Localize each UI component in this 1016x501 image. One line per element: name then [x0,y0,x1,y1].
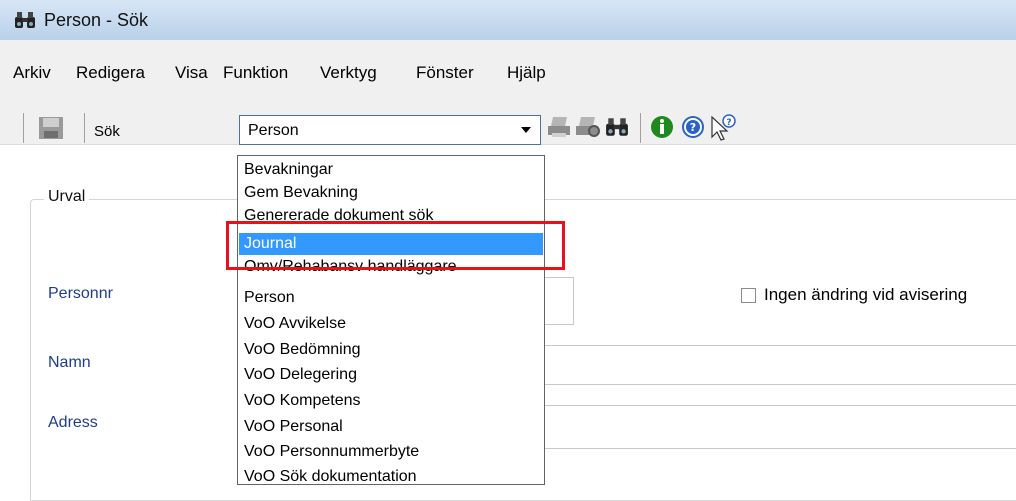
personnr-input[interactable] [544,277,574,325]
print-preview-icon[interactable] [575,116,601,138]
menu-hjalp[interactable]: Hjälp [507,63,546,83]
menu-verktyg[interactable]: Verktyg [320,63,377,83]
highlight-box [226,221,565,270]
help-icon[interactable]: ? [681,115,705,139]
menubar-spacer [0,40,1016,58]
personnr-label: Personnr [48,285,113,302]
svg-text:?: ? [690,121,696,134]
print-icon[interactable] [547,116,571,138]
dropdown-option[interactable]: Bevakningar [244,159,542,181]
menu-arkiv[interactable]: Arkiv [13,63,51,83]
ingen-andring-label: Ingen ändring vid avisering [764,285,968,304]
ingen-andring-checkbox[interactable] [741,288,756,303]
dropdown-option[interactable]: VoO Bedömning [244,339,542,361]
combobox-value: Person [248,122,299,139]
namn-input[interactable] [544,345,1016,385]
toolbar-separator [23,113,24,143]
dropdown-option[interactable]: Gem Bevakning [244,182,542,204]
menu-fonster[interactable]: Fönster [416,63,474,83]
dropdown-option[interactable]: VoO Delegering [244,364,542,386]
dropdown-option[interactable]: VoO Personal [244,416,542,438]
toolbar-separator [84,113,85,143]
dropdown-option[interactable]: VoO Sök dokumentation [244,466,542,488]
dropdown-option[interactable]: Person [244,287,542,309]
dropdown-option[interactable]: VoO Personnummerbyte [244,441,542,463]
menu-redigera[interactable]: Redigera [76,63,145,83]
save-icon[interactable] [38,116,64,140]
binoculars-icon [15,12,35,28]
chevron-down-icon[interactable] [521,127,531,133]
info-icon[interactable] [650,115,674,139]
namn-label: Namn [48,354,91,371]
whats-this-icon[interactable]: ? [710,113,736,141]
urval-group-title: Urval [44,188,90,206]
dropdown-option[interactable]: VoO Kompetens [244,390,542,412]
adress-input[interactable] [544,405,1016,449]
toolbar-separator [640,113,641,143]
adress-label: Adress [48,414,98,431]
menu-visa[interactable]: Visa [175,63,208,83]
search-label: Sök [94,123,120,140]
svg-text:?: ? [726,118,731,128]
title-bar [0,0,1016,41]
binoculars-icon[interactable] [605,117,629,137]
menu-funktion[interactable]: Funktion [223,63,288,83]
window-title: Person - Sök [44,10,149,30]
dropdown-option[interactable]: VoO Avvikelse [244,313,542,335]
